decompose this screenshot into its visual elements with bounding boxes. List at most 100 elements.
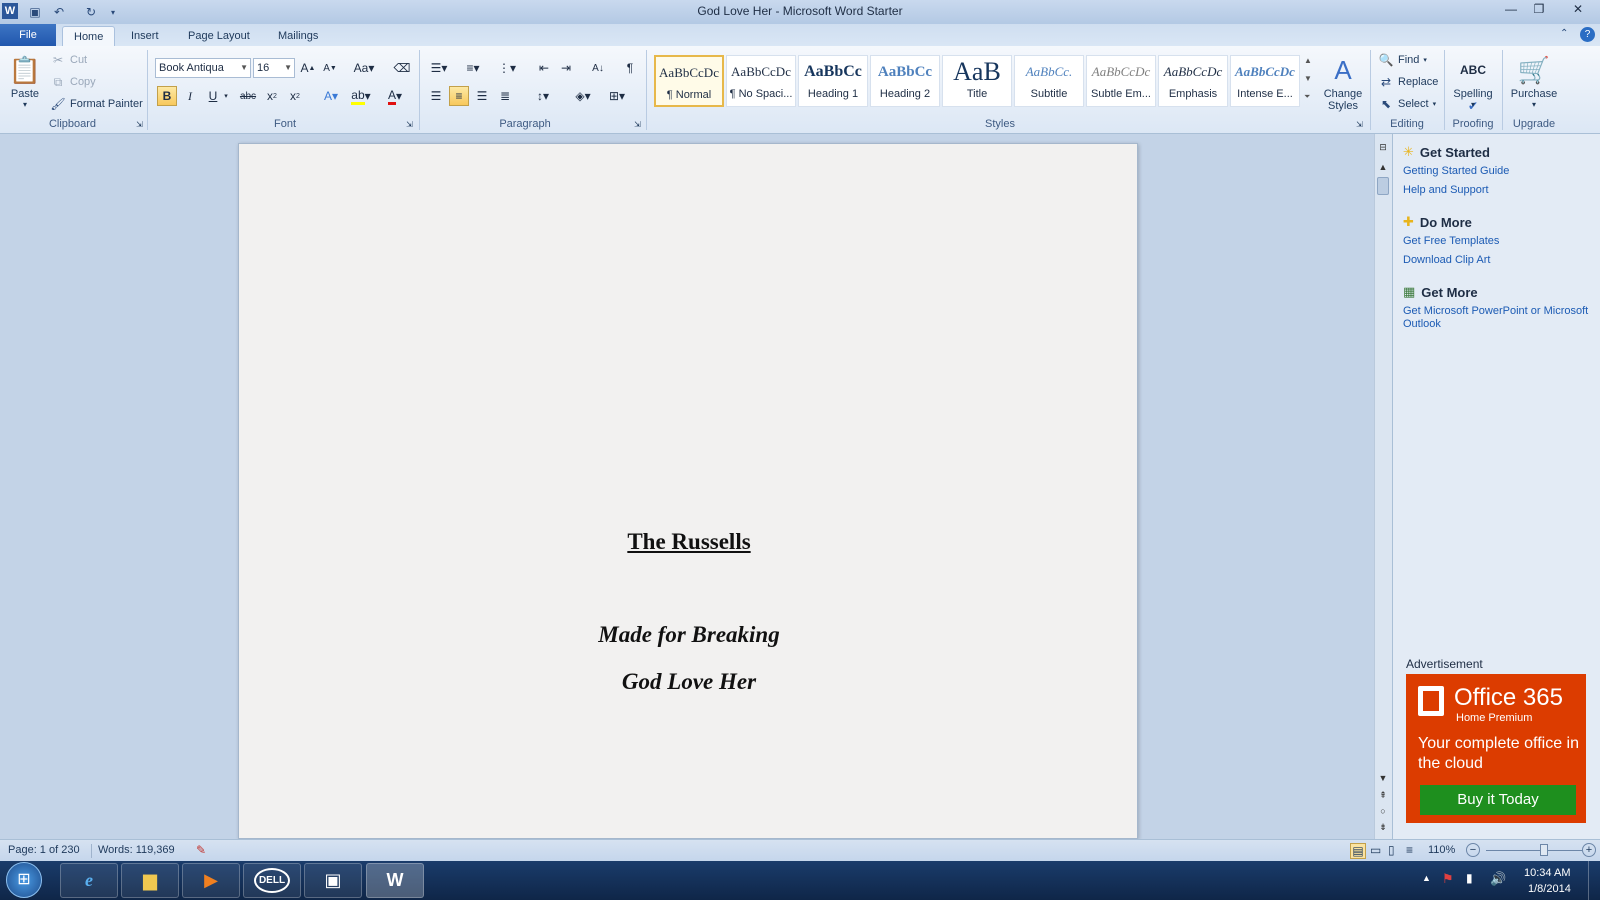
copy-button[interactable]: ⧉ Copy xyxy=(50,72,96,92)
start-button[interactable]: ⊞ xyxy=(6,862,42,898)
word-taskbar-icon[interactable]: W xyxy=(366,863,424,898)
numbering-button[interactable]: ≡▾ xyxy=(460,58,486,78)
font-size-combo[interactable]: 16 ▼ xyxy=(253,58,295,78)
change-case-button[interactable]: Aa▾ xyxy=(350,58,378,78)
ruler-toggle-icon[interactable]: ⊟ xyxy=(1376,140,1390,154)
strikethrough-button[interactable]: abc xyxy=(238,86,258,106)
zoom-slider[interactable] xyxy=(1486,850,1582,851)
scroll-up-icon[interactable]: ▲ xyxy=(1376,160,1390,174)
clock-date[interactable]: 1/8/2014 xyxy=(1528,883,1571,895)
help-support-link[interactable]: Help and Support xyxy=(1403,184,1489,196)
style-normal[interactable]: AaBbCcDc ¶ Normal xyxy=(654,55,724,107)
full-screen-view-icon[interactable]: ▭ xyxy=(1370,843,1381,857)
web-layout-view-icon[interactable]: ▯ xyxy=(1388,843,1395,857)
restore-button[interactable]: ❐ xyxy=(1524,0,1554,18)
underline-dropdown-icon[interactable]: ▾ xyxy=(221,86,231,106)
close-button[interactable]: ✕ xyxy=(1558,0,1598,18)
purchase-button[interactable]: 🛒 Purchase ▾ xyxy=(1506,52,1562,109)
line-spacing-button[interactable]: ↕▾ xyxy=(530,86,556,106)
action-center-icon[interactable]: ⚑ xyxy=(1442,871,1454,887)
document-page[interactable]: The Russells Made for Breaking God Love … xyxy=(238,143,1138,839)
spelling-button[interactable]: ABC ✔ Spelling ▾ xyxy=(1448,52,1498,113)
minimize-button[interactable]: — xyxy=(1496,0,1526,18)
help-icon[interactable]: ? xyxy=(1580,27,1595,42)
minimize-ribbon-icon[interactable]: ⌃ xyxy=(1560,28,1568,39)
show-marks-button[interactable]: ¶ xyxy=(620,58,640,78)
app-window-icon[interactable]: ▣ xyxy=(304,863,362,898)
scroll-down-icon[interactable]: ▼ xyxy=(1376,771,1390,785)
print-layout-view-icon[interactable]: ▤ xyxy=(1350,843,1366,859)
zoom-level[interactable]: 110% xyxy=(1428,844,1455,856)
sort-button[interactable]: A↓ xyxy=(588,58,608,78)
word-count[interactable]: Words: 119,369 xyxy=(98,844,175,856)
style-subtle-emphasis[interactable]: AaBbCcDc Subtle Em... xyxy=(1086,55,1156,107)
doc-line-1[interactable]: Made for Breaking xyxy=(239,622,1139,648)
styles-scroll-up-icon[interactable]: ▲ xyxy=(1304,56,1312,65)
multilevel-list-button[interactable]: ⋮▾ xyxy=(494,58,520,78)
bullets-button[interactable]: ☰▾ xyxy=(426,58,452,78)
subscript-button[interactable]: x2 xyxy=(262,86,282,106)
style-no-spacing[interactable]: AaBbCcDc ¶ No Spaci... xyxy=(726,55,796,107)
find-button[interactable]: 🔍 Find ▾ xyxy=(1378,50,1427,70)
style-emphasis[interactable]: AaBbCcDc Emphasis xyxy=(1158,55,1228,107)
underline-button[interactable]: U xyxy=(203,86,223,106)
highlight-button[interactable]: ab ▾ xyxy=(348,86,374,106)
shrink-font-button[interactable]: A ▼ xyxy=(320,58,340,78)
browse-object-icon[interactable]: ○ xyxy=(1376,804,1390,818)
buy-it-today-button[interactable]: Buy it Today xyxy=(1420,785,1576,815)
internet-explorer-icon[interactable]: e xyxy=(60,863,118,898)
vertical-scrollbar[interactable] xyxy=(1374,134,1392,839)
font-family-combo[interactable]: Book Antiqua ▼ xyxy=(155,58,251,78)
volume-icon[interactable]: 🔊 xyxy=(1490,871,1506,887)
styles-launcher-icon[interactable]: ⇲ xyxy=(1356,120,1363,129)
clock-time[interactable]: 10:34 AM xyxy=(1524,867,1570,879)
align-left-button[interactable]: ☰ xyxy=(426,86,446,106)
italic-button[interactable]: I xyxy=(180,86,200,106)
paragraph-launcher-icon[interactable]: ⇲ xyxy=(634,120,641,129)
borders-button[interactable]: ⊞▾ xyxy=(604,86,630,106)
grow-font-button[interactable]: A ▲ xyxy=(298,58,318,78)
page-count[interactable]: Page: 1 of 230 xyxy=(8,844,80,856)
tab-file[interactable]: File xyxy=(0,24,56,46)
show-hidden-icons[interactable]: ▲ xyxy=(1422,873,1431,883)
show-desktop-button[interactable] xyxy=(1588,861,1600,900)
styles-scroll-down-icon[interactable]: ▼ xyxy=(1304,74,1312,83)
scroll-thumb[interactable] xyxy=(1377,177,1389,195)
media-player-icon[interactable]: ▶ xyxy=(182,863,240,898)
clipboard-launcher-icon[interactable]: ⇲ xyxy=(136,120,143,129)
change-styles-button[interactable]: A Change Styles xyxy=(1320,52,1366,112)
font-launcher-icon[interactable]: ⇲ xyxy=(406,120,413,129)
doc-heading[interactable]: The Russells xyxy=(239,529,1139,555)
next-page-icon[interactable]: ⇟ xyxy=(1376,820,1390,834)
select-button[interactable]: ⬉ Select ▾ xyxy=(1378,94,1436,114)
zoom-out-icon[interactable]: − xyxy=(1466,843,1480,857)
previous-page-icon[interactable]: ⇞ xyxy=(1376,788,1390,802)
align-right-button[interactable]: ☰ xyxy=(472,86,492,106)
getting-started-guide-link[interactable]: Getting Started Guide xyxy=(1403,165,1509,177)
zoom-in-icon[interactable]: + xyxy=(1582,843,1596,857)
clip-art-link[interactable]: Download Clip Art xyxy=(1403,254,1490,266)
increase-indent-button[interactable]: ⇥ xyxy=(556,58,576,78)
styles-more-icon[interactable]: ⏷ xyxy=(1304,92,1310,102)
style-intense-emphasis[interactable]: AaBbCcDc Intense E... xyxy=(1230,55,1300,107)
draft-view-icon[interactable]: ≡ xyxy=(1406,843,1413,857)
bold-button[interactable]: B xyxy=(157,86,177,106)
style-title[interactable]: AaB Title xyxy=(942,55,1012,107)
font-color-button[interactable]: A ▾ xyxy=(382,86,408,106)
proofing-status-icon[interactable]: ✎ xyxy=(196,843,206,857)
dell-icon[interactable]: DELL xyxy=(243,863,301,898)
tab-insert[interactable]: Insert xyxy=(120,26,170,46)
file-explorer-icon[interactable]: ▆ xyxy=(121,863,179,898)
justify-button[interactable]: ≣ xyxy=(495,86,515,106)
clear-formatting-button[interactable]: ⌫ xyxy=(392,58,412,78)
doc-line-2[interactable]: God Love Her xyxy=(239,669,1139,695)
paste-button[interactable]: 📋 Paste ▾ xyxy=(6,52,44,109)
tab-home[interactable]: Home xyxy=(62,26,116,46)
replace-button[interactable]: ⇄ Replace xyxy=(1378,72,1438,92)
shading-button[interactable]: ◈▾ xyxy=(570,86,596,106)
format-painter-button[interactable]: 🖌 Format Painter xyxy=(50,94,142,114)
style-heading-2[interactable]: AaBbCc Heading 2 xyxy=(870,55,940,107)
style-subtitle[interactable]: AaBbCc. Subtitle xyxy=(1014,55,1084,107)
zoom-slider-thumb[interactable] xyxy=(1539,844,1548,856)
free-templates-link[interactable]: Get Free Templates xyxy=(1403,235,1499,247)
